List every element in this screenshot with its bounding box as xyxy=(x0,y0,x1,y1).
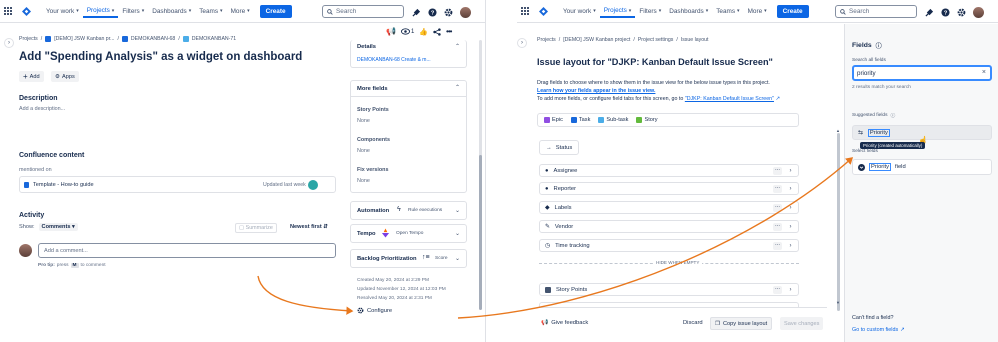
annotation-overlay xyxy=(257,157,854,319)
annotation-arrow-configure xyxy=(257,275,354,315)
annotation-arrow-priority xyxy=(457,157,854,319)
